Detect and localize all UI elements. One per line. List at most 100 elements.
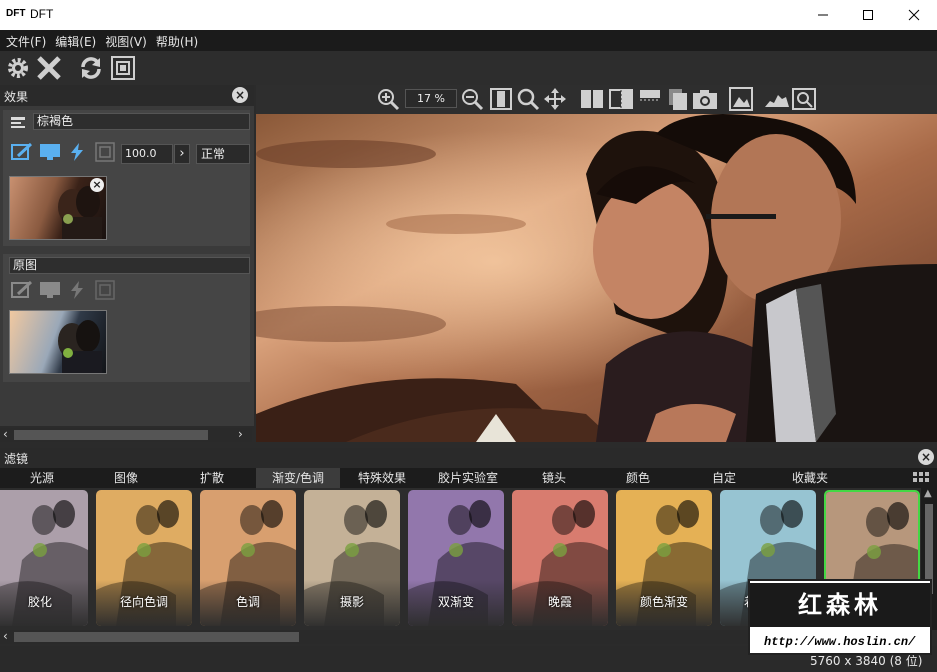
magnifier-button[interactable] <box>516 87 540 111</box>
monitor-icon <box>40 144 60 160</box>
copy-button[interactable] <box>666 87 690 111</box>
main-image-canvas[interactable] <box>256 114 937 442</box>
filter-card[interactable]: 晚霞 <box>512 490 608 626</box>
effect-layer-original: 原图 <box>3 254 250 382</box>
tab-light[interactable]: 光源 <box>0 468 84 488</box>
preview-button[interactable] <box>39 142 60 162</box>
image-icon <box>729 87 753 111</box>
tab-film-lab[interactable]: 胶片实验室 <box>424 468 512 488</box>
filter-card[interactable]: 颜色渐变 <box>616 490 712 626</box>
opacity-field[interactable]: 100.0 <box>121 144 173 164</box>
photo-preview <box>256 114 937 442</box>
lightning-icon <box>71 143 83 161</box>
filters-scroll-thumb[interactable] <box>14 632 299 642</box>
loupe-button[interactable] <box>792 87 816 111</box>
lightning-icon <box>71 281 83 299</box>
refresh-button[interactable] <box>78 55 104 81</box>
split-compare-button[interactable] <box>609 87 633 111</box>
magnifier-icon <box>517 88 540 111</box>
mask-button[interactable] <box>95 142 115 162</box>
menu-help[interactable]: 帮助(H) <box>150 30 201 50</box>
image-button[interactable] <box>729 87 753 111</box>
fit-width-button[interactable] <box>489 87 513 111</box>
x-icon <box>37 56 61 80</box>
effects-panel-header: 效果 × <box>0 85 254 106</box>
view-toolbar: 17 % <box>256 85 937 114</box>
split-view-button[interactable] <box>580 87 604 111</box>
app-logo: DFT <box>6 8 26 19</box>
zoom-in-button[interactable] <box>376 87 400 111</box>
layer-menu-icon <box>11 117 25 128</box>
window-title: DFT <box>30 7 54 21</box>
tab-special-effects[interactable]: 特殊效果 <box>340 468 424 488</box>
effects-scrollbar[interactable]: ‹ › <box>0 427 252 442</box>
loupe-icon <box>792 88 816 110</box>
delete-button[interactable] <box>36 55 62 81</box>
original-thumbnail[interactable] <box>9 310 107 374</box>
title-bar: DFT DFT <box>0 0 937 30</box>
fit-button[interactable] <box>110 55 136 81</box>
tab-favorites[interactable]: 收藏夹 <box>768 468 852 488</box>
opacity-next-button[interactable]: › <box>174 144 190 164</box>
filters-scroll-left[interactable]: ‹ <box>3 629 8 643</box>
layer-name-field[interactable]: 棕褐色 <box>33 113 250 130</box>
filter-label: 径向色调 <box>119 595 168 609</box>
close-button[interactable] <box>891 0 937 30</box>
filters-title: 滤镜 <box>4 452 29 466</box>
menu-file[interactable]: 文件(F) <box>0 30 49 50</box>
main-toolbar <box>0 51 937 85</box>
settings-button[interactable] <box>5 55 31 81</box>
effect-layer-sepia: 棕褐色 100.0 › 正常 × <box>3 110 250 246</box>
layer-menu-button[interactable] <box>9 113 29 133</box>
mask-icon <box>95 280 115 300</box>
filter-card[interactable]: 摄影 <box>304 490 400 626</box>
maximize-button[interactable] <box>845 0 891 30</box>
menu-edit[interactable]: 编辑(E) <box>49 30 99 50</box>
filter-card[interactable]: 径向色调 <box>96 490 192 626</box>
refresh-icon <box>81 57 101 79</box>
filter-label: 色调 <box>235 595 260 609</box>
scroll-right-arrow[interactable]: › <box>238 427 243 441</box>
tab-custom[interactable]: 自定 <box>680 468 768 488</box>
filter-card[interactable]: 双渐变 <box>408 490 504 626</box>
effects-close-button[interactable]: × <box>232 87 248 103</box>
flash-button[interactable] <box>67 142 87 162</box>
remove-effect-button[interactable]: × <box>90 178 104 192</box>
zoom-field[interactable]: 17 % <box>405 89 457 108</box>
grid-view-button[interactable] <box>913 472 929 487</box>
tab-lens[interactable]: 镜头 <box>512 468 596 488</box>
scroll-thumb[interactable] <box>14 430 208 440</box>
tab-gradient-tone[interactable]: 渐变/色调 <box>256 468 340 488</box>
tab-image[interactable]: 图像 <box>84 468 168 488</box>
scroll-left-arrow[interactable]: ‹ <box>3 427 8 441</box>
filter-card[interactable]: 色调 <box>200 490 296 626</box>
gear-icon <box>8 58 28 78</box>
blend-mode-select[interactable]: 正常 <box>196 144 250 164</box>
original-mask-button <box>95 280 115 300</box>
grid-icon <box>913 472 929 482</box>
pan-button[interactable] <box>543 87 567 111</box>
menu-bar: 文件(F) 编辑(E) 视图(V) 帮助(H) <box>0 30 937 51</box>
horizontal-split-button[interactable] <box>638 87 662 111</box>
histogram-button[interactable] <box>764 87 790 111</box>
filter-card[interactable]: 胶化 <box>0 490 88 626</box>
zoom-out-icon <box>462 89 484 111</box>
histogram-icon <box>765 95 789 107</box>
tab-diffuse[interactable]: 扩散 <box>168 468 256 488</box>
snapshot-button[interactable] <box>692 87 718 111</box>
edit-icon <box>11 280 33 298</box>
filter-label: 双渐变 <box>437 595 474 609</box>
minimize-button[interactable] <box>800 0 846 30</box>
filter-label: 颜色渐变 <box>639 595 688 609</box>
watermark-name: 红森林 <box>750 583 930 627</box>
zoom-in-icon <box>378 89 400 111</box>
watermark-url: http://www.hoslin.cn/ <box>764 635 916 649</box>
effects-title: 效果 <box>4 90 29 104</box>
mask-icon <box>95 142 115 162</box>
menu-view[interactable]: 视图(V) <box>99 30 150 50</box>
split-view-icon <box>581 90 603 108</box>
filters-close-button[interactable]: × <box>918 449 934 465</box>
edit-effect-button[interactable] <box>11 142 33 162</box>
zoom-out-button[interactable] <box>460 87 484 111</box>
tab-color[interactable]: 颜色 <box>596 468 680 488</box>
